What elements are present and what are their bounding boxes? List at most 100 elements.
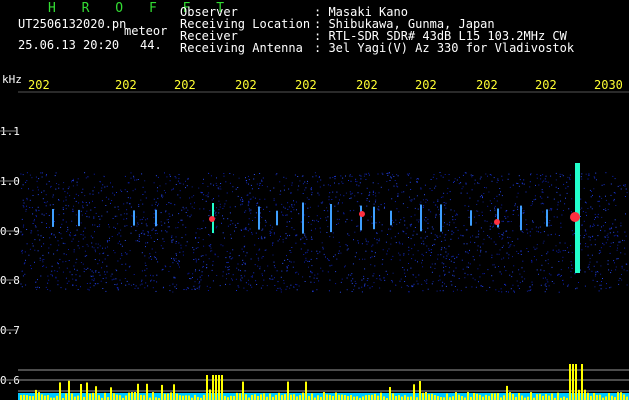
noise-pixel <box>36 216 37 218</box>
noise-pixel <box>501 204 503 206</box>
noise-pixel <box>489 228 491 230</box>
noise-pixel <box>364 285 366 287</box>
noise-pixel <box>518 175 520 177</box>
noise-pixel <box>624 196 626 197</box>
noise-pixel <box>106 265 108 267</box>
noise-pixel <box>309 206 311 208</box>
noise-pixel <box>162 247 164 249</box>
noise-pixel <box>152 275 154 277</box>
noise-pixel <box>482 273 484 275</box>
signal-bar <box>551 393 553 400</box>
noise-pixel <box>205 195 207 197</box>
signal-bar <box>44 395 46 400</box>
noise-pixel <box>624 253 626 255</box>
noise-pixel <box>536 177 538 179</box>
noise-pixel <box>26 205 27 207</box>
noise-pixel <box>293 204 295 206</box>
signal-bar <box>482 396 484 400</box>
noise-pixel <box>416 195 418 197</box>
noise-pixel <box>52 196 54 198</box>
noise-pixel <box>220 188 222 190</box>
noise-pixel <box>193 252 195 254</box>
noise-pixel <box>424 194 425 196</box>
noise-pixel <box>71 181 73 183</box>
noise-pixel <box>344 266 345 268</box>
noise-pixel <box>232 279 233 281</box>
noise-pixel <box>137 222 139 224</box>
noise-pixel <box>71 274 73 276</box>
noise-pixel <box>89 193 91 195</box>
noise-pixel <box>329 236 331 238</box>
noise-pixel <box>441 285 443 287</box>
noise-pixel <box>287 202 289 204</box>
noise-pixel <box>439 235 441 237</box>
noise-pixel <box>531 260 533 262</box>
noise-pixel <box>207 196 209 198</box>
noise-pixel <box>126 225 128 227</box>
noise-pixel <box>328 196 330 198</box>
signal-bar <box>488 395 490 400</box>
noise-pixel <box>354 231 356 233</box>
noise-pixel <box>512 284 514 286</box>
noise-pixel <box>322 270 324 272</box>
noise-pixel <box>130 197 132 199</box>
noise-pixel <box>524 278 526 280</box>
noise-pixel <box>500 288 502 290</box>
signal-bar <box>374 393 376 400</box>
noise-pixel <box>72 284 74 286</box>
noise-pixel <box>360 175 362 177</box>
noise-pixel <box>397 186 399 188</box>
noise-pixel <box>556 208 558 210</box>
noise-pixel <box>178 177 180 179</box>
noise-pixel <box>607 239 609 241</box>
noise-pixel <box>40 172 42 174</box>
noise-pixel <box>517 208 519 210</box>
noise-pixel <box>281 270 283 272</box>
noise-pixel <box>395 219 397 221</box>
noise-pixel <box>339 246 341 248</box>
signal-bar <box>425 392 427 400</box>
noise-pixel <box>522 232 524 233</box>
noise-pixel <box>138 235 140 237</box>
noise-pixel <box>222 275 224 277</box>
noise-pixel <box>345 192 347 194</box>
signal-bar <box>338 394 340 400</box>
noise-pixel <box>499 271 501 273</box>
noise-pixel <box>274 277 275 279</box>
noise-pixel <box>569 179 571 180</box>
signal-bar <box>326 394 328 400</box>
noise-pixel <box>195 261 197 263</box>
noise-pixel <box>411 258 413 260</box>
noise-pixel <box>245 229 247 231</box>
noise-pixel <box>72 208 74 210</box>
noise-pixel <box>501 258 503 260</box>
noise-pixel <box>334 176 336 177</box>
noise-pixel <box>460 290 462 292</box>
noise-pixel <box>407 269 408 271</box>
noise-pixel <box>115 278 117 280</box>
noise-pixel <box>616 258 618 260</box>
noise-pixel <box>491 254 493 256</box>
noise-pixel <box>489 200 491 202</box>
noise-pixel <box>529 286 531 288</box>
noise-pixel <box>425 201 427 203</box>
signal-bar <box>431 393 433 400</box>
signal-bar <box>26 395 28 400</box>
noise-pixel <box>84 250 86 252</box>
noise-pixel <box>443 192 445 194</box>
noise-pixel <box>512 214 514 215</box>
noise-pixel <box>38 209 40 211</box>
noise-pixel <box>292 207 294 208</box>
noise-pixel <box>472 256 474 258</box>
noise-pixel <box>348 274 350 276</box>
noise-pixel <box>428 248 430 250</box>
noise-pixel <box>266 206 268 208</box>
noise-pixel <box>138 241 140 242</box>
noise-pixel <box>41 213 43 215</box>
noise-pixel <box>358 287 360 289</box>
noise-pixel <box>252 196 254 198</box>
noise-pixel <box>600 247 602 249</box>
noise-pixel <box>397 193 399 195</box>
noise-pixel <box>592 194 593 196</box>
noise-pixel <box>426 235 428 237</box>
